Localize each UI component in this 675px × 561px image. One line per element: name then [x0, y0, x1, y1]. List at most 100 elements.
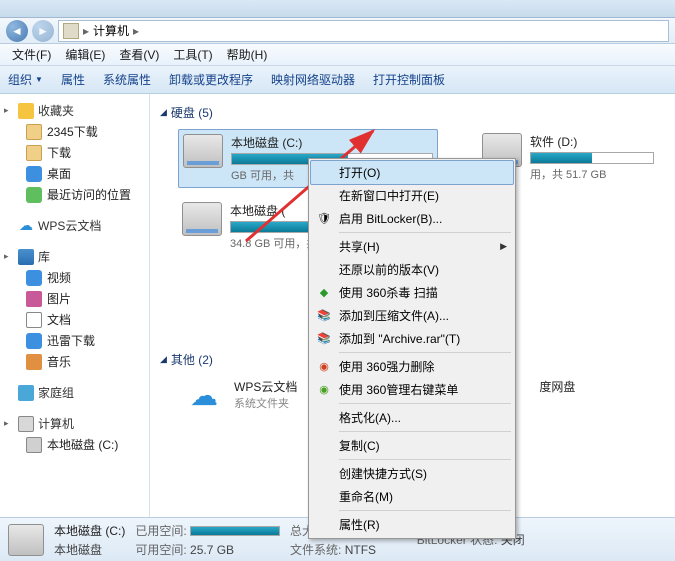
archive-icon: 📚 [316, 331, 332, 347]
menu-edit[interactable]: 编辑(E) [59, 44, 111, 65]
document-icon [26, 312, 42, 328]
sidebar-item-video[interactable]: 视频 [4, 267, 145, 288]
computer-icon [63, 23, 79, 39]
chevron-down-icon: ▸ [4, 251, 14, 262]
video-icon [26, 270, 42, 286]
sidebar: ▸收藏夹 2345下载 下载 桌面 最近访问的位置 ☁WPS云文档 ▸库 视频 … [0, 94, 150, 517]
sidebar-item-2345[interactable]: 2345下载 [4, 121, 145, 142]
sidebar-item-xunlei[interactable]: 迅雷下载 [4, 330, 145, 351]
sidebar-libraries[interactable]: ▸库 [4, 246, 145, 267]
xunlei-icon [26, 333, 42, 349]
nav-forward-button[interactable]: ► [32, 20, 54, 42]
separator [339, 403, 511, 404]
cm-add-archive[interactable]: 📚添加到压缩文件(A)... [311, 304, 513, 327]
toolbar: 组织▼ 属性 系统属性 卸载或更改程序 映射网络驱动器 打开控制面板 [0, 66, 675, 94]
tb-control-panel[interactable]: 打开控制面板 [373, 71, 445, 88]
sidebar-item-pictures[interactable]: 图片 [4, 288, 145, 309]
nav-back-button[interactable]: ◄ [6, 20, 28, 42]
cm-scan-360[interactable]: ◆使用 360杀毒 扫描 [311, 281, 513, 304]
tb-uninstall[interactable]: 卸载或更改程序 [169, 71, 253, 88]
cm-manage-360[interactable]: ◉使用 360管理右键菜单 [311, 378, 513, 401]
tb-sys-properties[interactable]: 系统属性 [103, 71, 151, 88]
sidebar-item-music[interactable]: 音乐 [4, 351, 145, 372]
drive-icon [183, 134, 223, 168]
cm-open-new-window[interactable]: 在新窗口中打开(E) [311, 184, 513, 207]
sb-free-value: 25.7 GB [190, 543, 234, 557]
tb-map-drive[interactable]: 映射网络驱动器 [271, 71, 355, 88]
cloud-icon: ☁ [184, 378, 224, 412]
drive-icon [182, 202, 222, 236]
cloud-icon: ☁ [18, 218, 34, 234]
folder-icon [26, 145, 42, 161]
drive-icon [26, 437, 42, 453]
separator [339, 232, 511, 233]
sb-drive-type: 本地磁盘 [54, 541, 125, 558]
sb-drive-name: 本地磁盘 (C:) [54, 522, 125, 539]
drive-name: 本地磁盘 (C:) [231, 134, 433, 151]
picture-icon [26, 291, 42, 307]
cm-bitlocker[interactable]: 🛡启用 BitLocker(B)... [311, 207, 513, 230]
sb-fs-label: 文件系统: [290, 543, 341, 557]
menubar: 文件(F) 编辑(E) 查看(V) 工具(T) 帮助(H) [0, 44, 675, 66]
cm-add-rar[interactable]: 📚添加到 "Archive.rar"(T) [311, 327, 513, 350]
archive-icon: 📚 [316, 308, 332, 324]
cm-format[interactable]: 格式化(A)... [311, 406, 513, 429]
folder-icon [26, 124, 42, 140]
chevron-down-icon: ◢ [160, 354, 167, 365]
homegroup-icon [18, 385, 34, 401]
sidebar-favorites[interactable]: ▸收藏夹 [4, 100, 145, 121]
sb-fs-value: NTFS [345, 543, 376, 557]
separator [339, 431, 511, 432]
sidebar-computer[interactable]: ▸计算机 [4, 413, 145, 434]
cm-properties[interactable]: 属性(R) [311, 513, 513, 536]
breadcrumb[interactable]: ▸ 计算机 ▸ [58, 20, 669, 42]
menu-help[interactable]: 帮助(H) [221, 44, 274, 65]
antivirus-icon: ◆ [316, 285, 332, 301]
chevron-right-icon: ▸ [83, 24, 89, 38]
sidebar-item-desktop[interactable]: 桌面 [4, 163, 145, 184]
chevron-down-icon: ◢ [160, 107, 167, 118]
chevron-right-icon: ▸ [133, 24, 139, 38]
recent-icon [26, 187, 42, 203]
delete-icon: ◉ [316, 359, 332, 375]
sidebar-item-recent[interactable]: 最近访问的位置 [4, 184, 145, 205]
sidebar-homegroup[interactable]: 家庭组 [4, 382, 145, 403]
titlebar [0, 0, 675, 18]
sidebar-item-downloads[interactable]: 下载 [4, 142, 145, 163]
cm-rename[interactable]: 重命名(M) [311, 485, 513, 508]
sb-used-bar [190, 526, 280, 536]
menu-view[interactable]: 查看(V) [113, 44, 165, 65]
drive-name: 软件 (D:) [530, 133, 654, 150]
library-icon [18, 249, 34, 265]
item-subtitle: 系统文件夹 [234, 395, 297, 411]
sidebar-item-docs[interactable]: 文档 [4, 309, 145, 330]
cm-open[interactable]: 打开(O) [310, 160, 514, 185]
tb-organize[interactable]: 组织▼ [8, 71, 43, 88]
music-icon [26, 354, 42, 370]
group-disks[interactable]: ◢硬盘 (5) [160, 100, 665, 125]
star-icon [18, 103, 34, 119]
item-name: WPS云文档 [234, 378, 297, 395]
computer-icon [18, 416, 34, 432]
cm-restore[interactable]: 还原以前的版本(V) [311, 258, 513, 281]
item-wps-cloud[interactable]: ☁ WPS云文档 系统文件夹 [178, 372, 303, 418]
sidebar-item-drive-c[interactable]: 本地磁盘 (C:) [4, 434, 145, 455]
separator [339, 510, 511, 511]
chevron-down-icon: ▼ [35, 75, 43, 84]
chevron-right-icon: ▶ [500, 241, 507, 252]
sb-used-label: 已用空间: [135, 524, 186, 538]
tb-properties[interactable]: 属性 [61, 71, 85, 88]
menu-file[interactable]: 文件(F) [6, 44, 57, 65]
drive-stat: 用，共 51.7 GB [530, 166, 654, 182]
breadcrumb-location[interactable]: 计算机 [93, 22, 129, 39]
cm-copy[interactable]: 复制(C) [311, 434, 513, 457]
sidebar-wps[interactable]: ☁WPS云文档 [4, 215, 145, 236]
drive-usage-bar [530, 152, 654, 164]
item-baidu[interactable]: 度网盘 [533, 372, 581, 418]
cm-create-shortcut[interactable]: 创建快捷方式(S) [311, 462, 513, 485]
chevron-down-icon: ▸ [4, 418, 14, 429]
menu-tools[interactable]: 工具(T) [167, 44, 218, 65]
cm-force-delete[interactable]: ◉使用 360强力删除 [311, 355, 513, 378]
drive-icon [8, 524, 44, 556]
cm-share[interactable]: 共享(H)▶ [311, 235, 513, 258]
